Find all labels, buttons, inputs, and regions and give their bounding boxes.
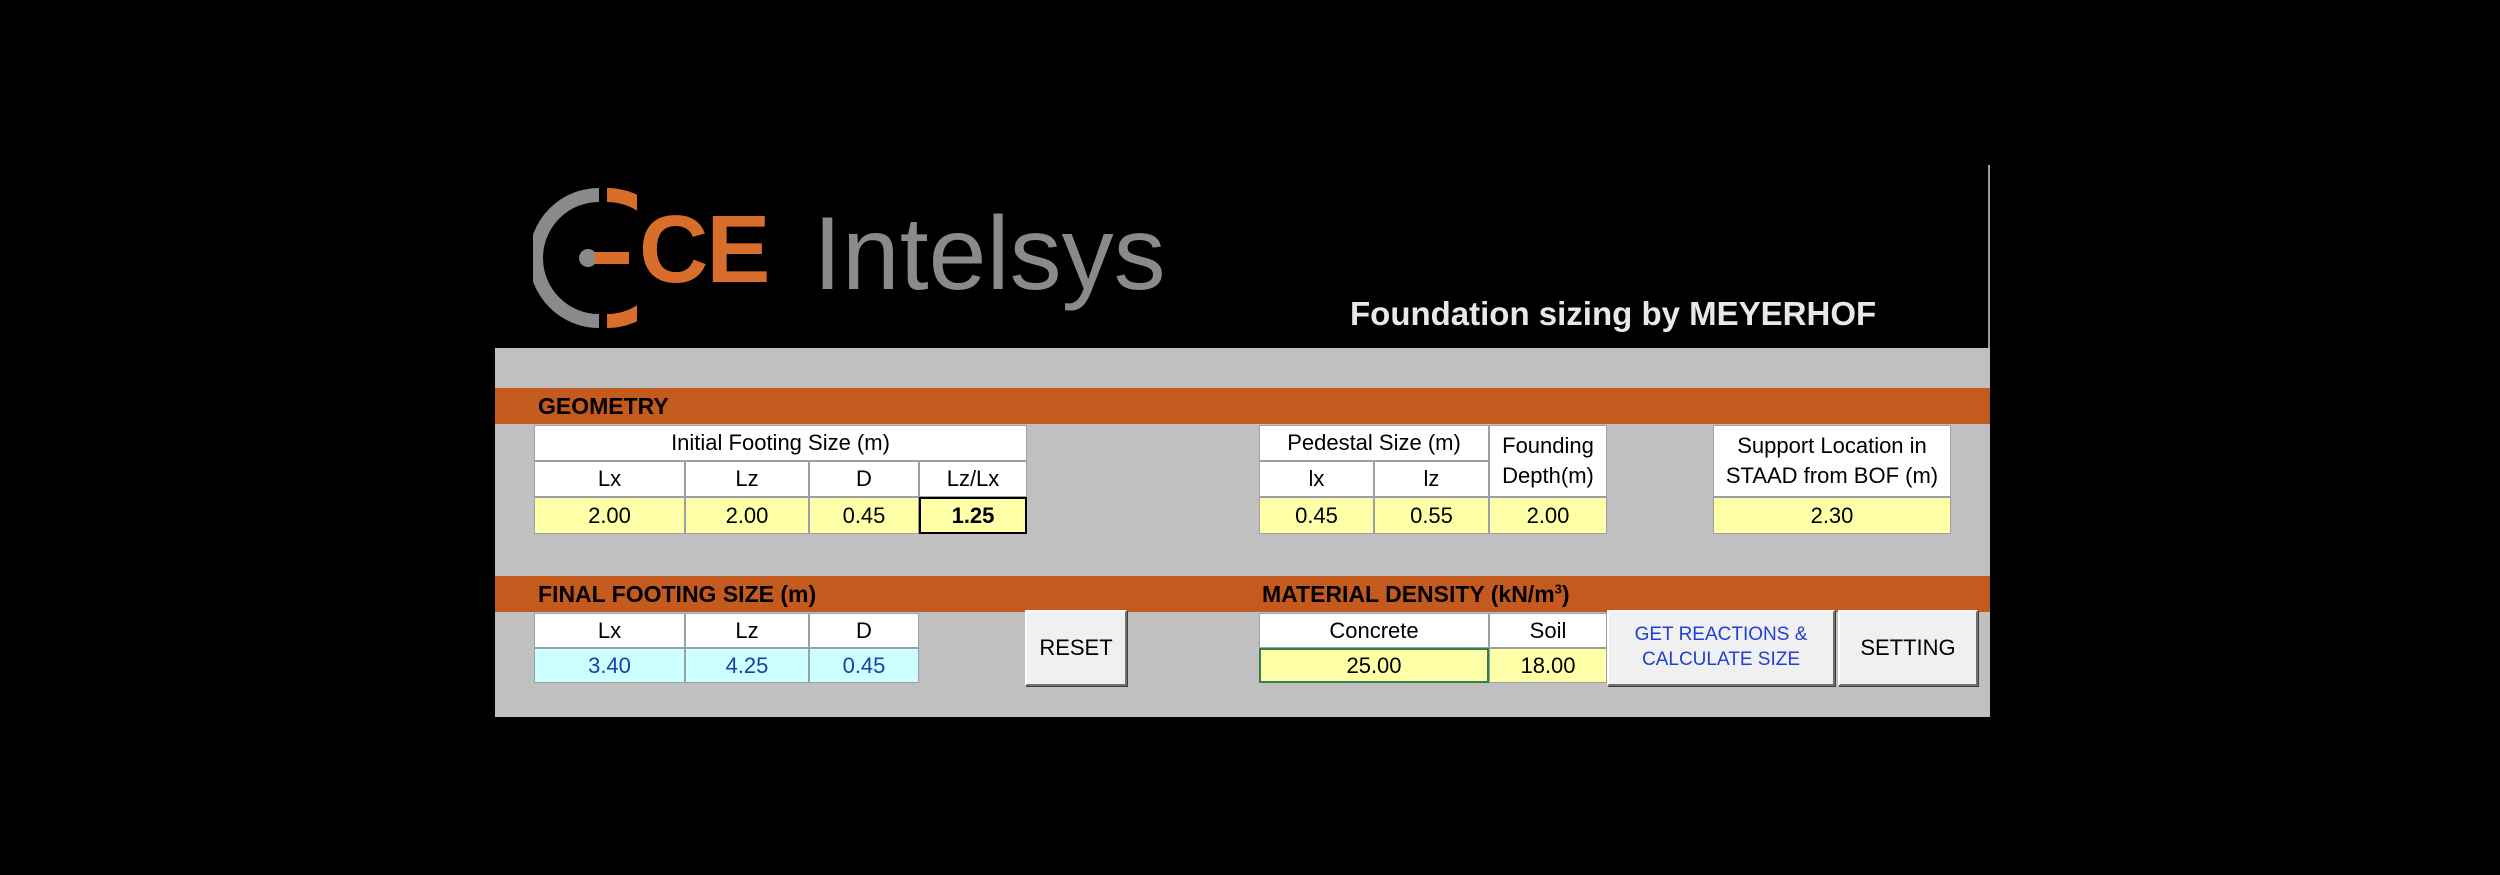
geometry-label: GEOMETRY — [538, 393, 669, 419]
logo-ce: CE — [639, 196, 770, 303]
material-density-text: MATERIAL DENSITY (kN/m — [1262, 581, 1555, 607]
founding-depth-line2: Depth(m) — [1502, 463, 1594, 488]
final-lz-header: Lz — [685, 613, 809, 648]
material-density-end: ) — [1561, 581, 1570, 607]
calc-button-line1: GET REACTIONS & — [1634, 624, 1808, 646]
final-d-header: D — [809, 613, 919, 648]
pedestal-lx-input[interactable]: 0.45 — [1259, 497, 1374, 534]
final-lx-value: 3.40 — [534, 648, 685, 683]
support-location-line1: Support Location in — [1737, 433, 1927, 459]
header: CE Intelsys Foundation sizing by MEYERHO… — [495, 165, 1990, 348]
support-location-input[interactable]: 2.30 — [1713, 497, 1951, 534]
final-lx-header: Lx — [534, 613, 685, 648]
logo-icon — [533, 188, 637, 328]
pedestal-lz-input[interactable]: 0.55 — [1374, 497, 1489, 534]
initial-lzlx-value[interactable]: 1.25 — [919, 497, 1027, 534]
initial-d-input[interactable]: 0.45 — [809, 497, 919, 534]
material-density-sup: 3 — [1554, 581, 1562, 597]
support-location-line2: STAAD from BOF (m) — [1725, 463, 1939, 488]
logo-intelsys: Intelsys — [813, 196, 1166, 312]
material-density-label: MATERIAL DENSITY (kN/m3) — [1262, 581, 1570, 608]
concrete-density-input[interactable]: 25.00 — [1259, 648, 1489, 683]
pedestal-title: Pedestal Size (m) — [1259, 425, 1489, 461]
main-panel: GEOMETRY Initial Footing Size (m) Lx Lz … — [495, 348, 1990, 717]
get-reactions-calculate-button[interactable]: GET REACTIONS & CALCULATE SIZE — [1607, 610, 1835, 686]
final-d-value: 0.45 — [809, 648, 919, 683]
geometry-bar: GEOMETRY — [495, 388, 1990, 424]
concrete-header: Concrete — [1259, 613, 1489, 648]
initial-lz-header: Lz — [685, 461, 809, 497]
sheet: CE Intelsys Foundation sizing by MEYERHO… — [495, 165, 1990, 717]
support-location-header: Support Location in STAAD from BOF (m) — [1713, 425, 1951, 497]
initial-lx-header: Lx — [534, 461, 685, 497]
initial-d-header: D — [809, 461, 919, 497]
calc-button-line2: CALCULATE SIZE — [1641, 649, 1801, 670]
page-subtitle: Foundation sizing by MEYERHOF — [1350, 295, 1877, 332]
final-lz-value: 4.25 — [685, 648, 809, 683]
founding-depth-header: Founding Depth(m) — [1489, 425, 1607, 497]
setting-button[interactable]: SETTING — [1838, 610, 1978, 686]
reset-button[interactable]: RESET — [1025, 610, 1127, 686]
soil-header: Soil — [1489, 613, 1607, 648]
initial-lzlx-header: Lz/Lx — [919, 461, 1027, 497]
initial-footing-title: Initial Footing Size (m) — [534, 425, 1027, 461]
final-footing-label: FINAL FOOTING SIZE (m) — [538, 581, 817, 607]
initial-lx-input[interactable]: 2.00 — [534, 497, 685, 534]
founding-depth-line1: Founding — [1502, 433, 1594, 459]
pedestal-lz-header: lz — [1374, 461, 1489, 497]
initial-lz-input[interactable]: 2.00 — [685, 497, 809, 534]
pedestal-lx-header: lx — [1259, 461, 1374, 497]
soil-density-input[interactable]: 18.00 — [1489, 648, 1607, 683]
final-density-bar: FINAL FOOTING SIZE (m) MATERIAL DENSITY … — [495, 576, 1990, 612]
founding-depth-input[interactable]: 2.00 — [1489, 497, 1607, 534]
